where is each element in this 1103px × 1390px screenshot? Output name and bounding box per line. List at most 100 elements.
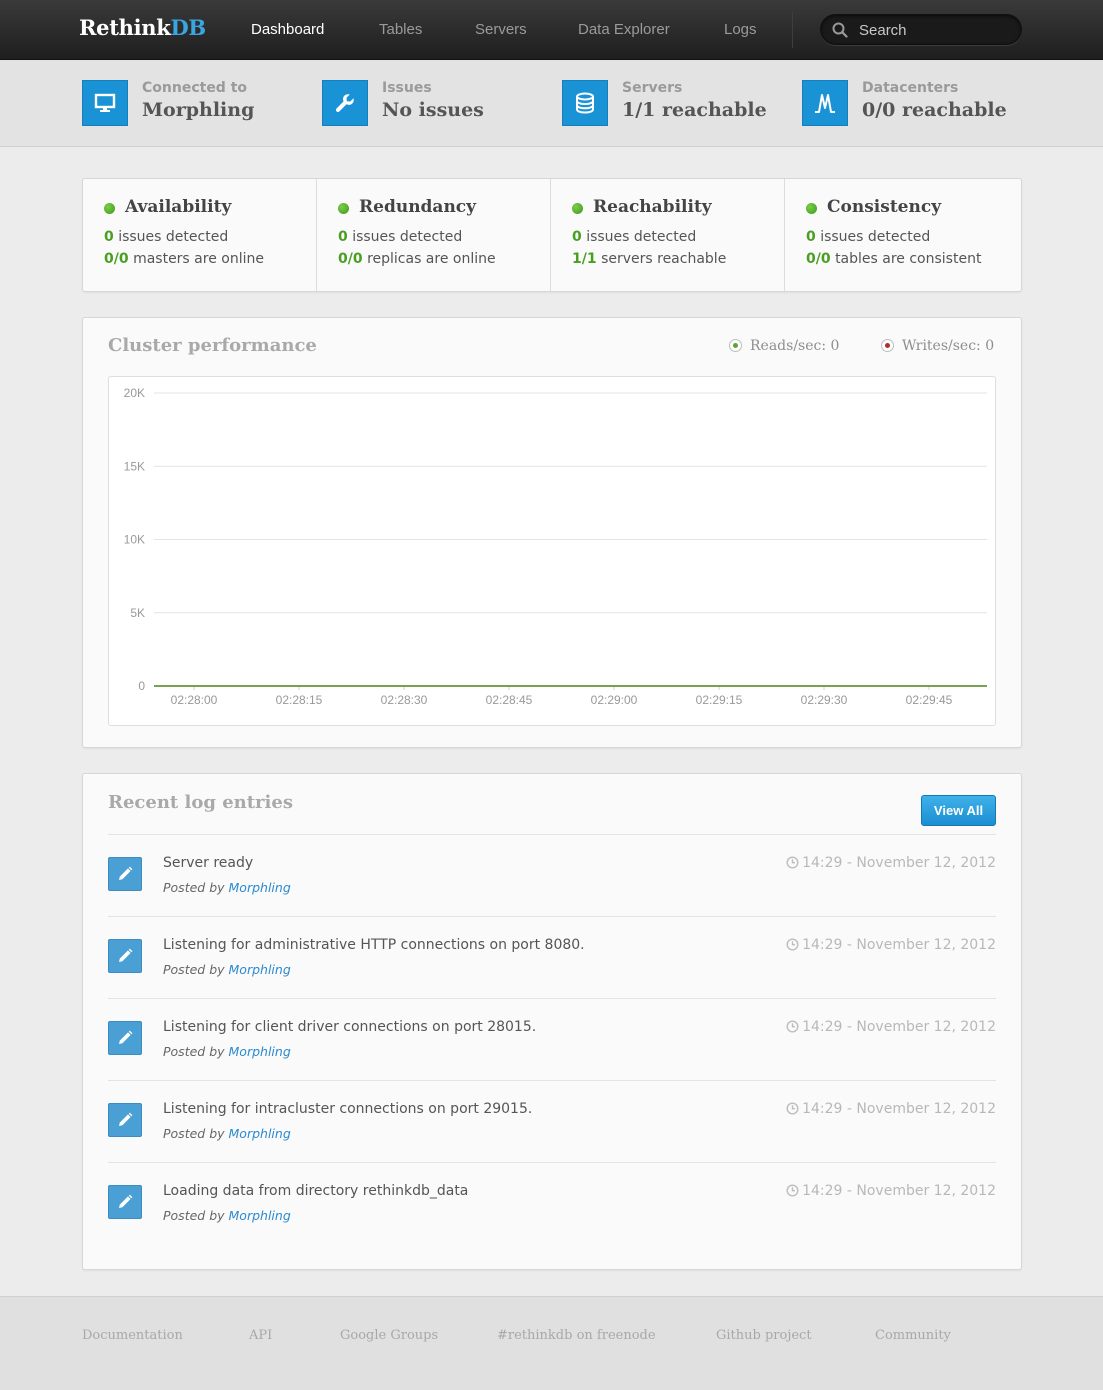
footer-link-google-groups[interactable]: Google Groups (340, 1328, 438, 1343)
nav-dashboard[interactable]: Dashboard (251, 21, 324, 38)
legend-writes: Writes/sec: 0 (881, 338, 994, 354)
log-message: Loading data from directory rethinkdb_da… (163, 1183, 469, 1199)
database-icon (562, 80, 608, 126)
status-detail-count: 0/0 (806, 251, 831, 267)
log-message: Listening for client driver connections … (163, 1019, 537, 1035)
stat-label: Servers (622, 80, 683, 96)
status-ok-icon (338, 203, 349, 214)
logo-text-rethink: Rethink (79, 15, 171, 40)
log-posted-by: Posted by Morphling (163, 1126, 291, 1141)
performance-chart-svg: 0 5K 10K 15K 20K 02:28:00 02:28:15 02:28:30 02:2… (124, 386, 987, 707)
status-redundancy[interactable]: Redundancy 0 issues detected 0/0 replica… (317, 179, 551, 291)
y-tick-label: 5K (130, 606, 145, 620)
log-author-link[interactable]: Morphling (229, 962, 291, 977)
log-entry: Loading data from directory rethinkdb_da… (108, 1162, 996, 1244)
nav-servers[interactable]: Servers (475, 21, 527, 38)
clock-icon (786, 938, 799, 951)
status-ok-icon (104, 203, 115, 214)
x-tick-label: 02:28:00 (171, 693, 218, 707)
log-author-link[interactable]: Morphling (229, 1208, 291, 1223)
log-author-link[interactable]: Morphling (229, 1044, 291, 1059)
footer-link-github[interactable]: Github project (716, 1328, 812, 1343)
status-issues-line: 0 issues detected (338, 229, 462, 245)
footer-link-community[interactable]: Community (875, 1328, 951, 1343)
log-entry: Listening for administrative HTTP connec… (108, 916, 996, 998)
x-tick-label: 02:28:45 (486, 693, 533, 707)
datacenter-icon (802, 80, 848, 126)
nav-tables[interactable]: Tables (379, 21, 422, 38)
status-detail-count: 0/0 (338, 251, 363, 267)
status-issues-text: issues detected (352, 229, 463, 245)
clock-icon (786, 1184, 799, 1197)
status-title: Reachability (593, 197, 712, 217)
status-detail-line: 0/0 masters are online (104, 251, 264, 267)
status-issues-count: 0 (806, 229, 816, 245)
footer-link-api[interactable]: API (249, 1328, 272, 1343)
performance-title: Cluster performance (108, 335, 317, 356)
stat-value: Morphling (142, 99, 255, 121)
log-message: Server ready (163, 855, 254, 871)
recent-logs-panel: Recent log entries View All Server ready… (82, 773, 1022, 1270)
search-box[interactable] (820, 14, 1022, 45)
y-tick-label: 10K (124, 533, 145, 547)
log-posted-by: Posted by Morphling (163, 962, 291, 977)
status-detail-text: tables are consistent (835, 251, 982, 267)
x-tick-label: 02:29:45 (906, 693, 953, 707)
log-timestamp: 14:29 - November 12, 2012 (786, 1101, 996, 1117)
clock-icon (786, 856, 799, 869)
posted-by-prefix: Posted by (163, 1044, 225, 1059)
log-posted-by: Posted by Morphling (163, 880, 291, 895)
pencil-icon[interactable] (108, 1185, 142, 1219)
clock-icon (786, 1020, 799, 1033)
status-availability[interactable]: Availability 0 issues detected 0/0 maste… (83, 179, 317, 291)
x-tick-label: 02:28:15 (276, 693, 323, 707)
nav-data-explorer[interactable]: Data Explorer (578, 21, 670, 38)
status-issues-text: issues detected (820, 229, 931, 245)
search-input[interactable] (859, 19, 1009, 41)
x-tick-label: 02:29:15 (696, 693, 743, 707)
reads-legend-dot-icon (729, 339, 742, 352)
log-timestamp: 14:29 - November 12, 2012 (786, 937, 996, 953)
log-timestamp: 14:29 - November 12, 2012 (786, 1019, 996, 1035)
log-author-link[interactable]: Morphling (229, 880, 291, 895)
status-ok-icon (806, 203, 817, 214)
log-timestamp: 14:29 - November 12, 2012 (786, 855, 996, 871)
status-detail-count: 1/1 (572, 251, 597, 267)
y-tick-label: 20K (124, 386, 145, 400)
status-issues-line: 0 issues detected (104, 229, 228, 245)
log-time-text: 14:29 - November 12, 2012 (802, 937, 996, 953)
status-detail-line: 0/0 tables are consistent (806, 251, 981, 267)
status-issues-line: 0 issues detected (572, 229, 696, 245)
monitor-icon (82, 80, 128, 126)
pencil-icon[interactable] (108, 1021, 142, 1055)
log-posted-by: Posted by Morphling (163, 1208, 291, 1223)
status-issues-count: 0 (104, 229, 114, 245)
x-tick-label: 02:29:00 (591, 693, 638, 707)
pencil-icon[interactable] (108, 1103, 142, 1137)
log-time-text: 14:29 - November 12, 2012 (802, 855, 996, 871)
search-icon (832, 22, 848, 38)
stat-value: 0/0 reachable (862, 99, 1007, 121)
log-time-text: 14:29 - November 12, 2012 (802, 1019, 996, 1035)
x-tick-label: 02:29:30 (801, 693, 848, 707)
footer-link-documentation[interactable]: Documentation (82, 1328, 183, 1343)
log-author-link[interactable]: Morphling (229, 1126, 291, 1141)
reads-label: Reads/sec: 0 (750, 338, 840, 354)
y-tick-label: 0 (138, 679, 145, 693)
nav-logs[interactable]: Logs (724, 21, 757, 38)
view-all-button[interactable]: View All (921, 795, 996, 826)
status-reachability[interactable]: Reachability 0 issues detected 1/1 serve… (551, 179, 785, 291)
status-issues-line: 0 issues detected (806, 229, 930, 245)
cluster-performance-panel: Cluster performance Reads/sec: 0 Writes/… (82, 317, 1022, 748)
status-ok-icon (572, 203, 583, 214)
pencil-icon[interactable] (108, 857, 142, 891)
status-detail-text: replicas are online (367, 251, 496, 267)
status-issues-text: issues detected (118, 229, 229, 245)
footer-link-irc[interactable]: #rethinkdb on freenode (497, 1328, 656, 1343)
cluster-stats-bar: Connected to Morphling Issues No issues … (0, 60, 1103, 147)
status-consistency[interactable]: Consistency 0 issues detected 0/0 tables… (785, 179, 1021, 291)
stat-value: 1/1 reachable (622, 99, 767, 121)
rethinkdb-logo[interactable]: RethinkDB (79, 15, 206, 40)
clock-icon (786, 1102, 799, 1115)
pencil-icon[interactable] (108, 939, 142, 973)
